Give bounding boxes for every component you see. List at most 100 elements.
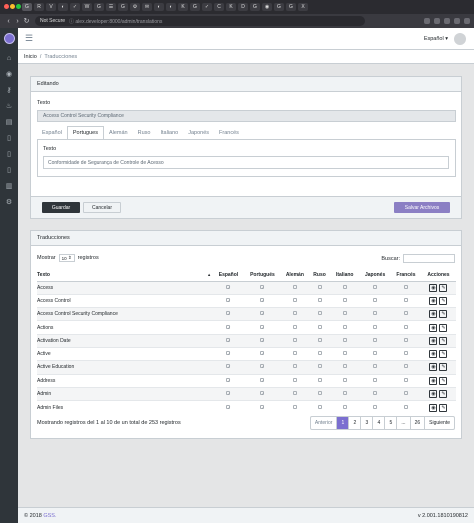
view-icon[interactable]: ◉: [429, 323, 438, 332]
column-header[interactable]: Español: [213, 270, 244, 282]
hamburger-icon[interactable]: ☰: [25, 33, 33, 44]
edit-icon[interactable]: ✎: [439, 310, 448, 319]
document-icon[interactable]: ▯: [0, 162, 18, 178]
page-link[interactable]: 26: [409, 417, 425, 429]
avatar[interactable]: [454, 32, 466, 45]
browser-tab[interactable]: ◐: [166, 3, 176, 11]
browser-tab[interactable]: ◐: [58, 3, 68, 11]
edit-icon[interactable]: ✎: [439, 403, 448, 412]
dashboard-icon[interactable]: ◉: [0, 66, 18, 82]
browser-tab[interactable]: G: [118, 3, 128, 11]
zoom-window-icon[interactable]: [16, 4, 21, 9]
tab-italiano[interactable]: Italiano: [155, 126, 183, 139]
view-icon[interactable]: ◉: [429, 350, 438, 359]
view-icon[interactable]: ◉: [429, 376, 438, 385]
save-files-button[interactable]: Salvar Archivos: [394, 202, 450, 213]
page-link[interactable]: 2: [348, 417, 360, 429]
extension-icon[interactable]: [434, 18, 440, 24]
cogs-icon[interactable]: ⚙: [0, 194, 18, 210]
edit-icon[interactable]: ✎: [439, 296, 448, 305]
browser-tab[interactable]: V: [46, 3, 56, 11]
browser-tab[interactable]: ✓: [202, 3, 212, 11]
browser-tab[interactable]: D: [238, 3, 248, 11]
browser-tab[interactable]: G: [274, 3, 284, 11]
browser-tab[interactable]: ✉: [142, 3, 152, 11]
tab-japonés[interactable]: Japonés: [183, 126, 214, 139]
page-link[interactable]: 4: [372, 417, 384, 429]
browser-tab[interactable]: ◐: [154, 3, 164, 11]
tab-ruso[interactable]: Ruso: [133, 126, 156, 139]
page-link[interactable]: 1: [336, 417, 349, 429]
edit-icon[interactable]: ✎: [439, 323, 448, 332]
brand[interactable]: [0, 27, 18, 50]
column-header[interactable]: Italiano: [330, 270, 360, 282]
view-icon[interactable]: ◉: [429, 296, 438, 305]
language-selector[interactable]: Español ▾: [424, 36, 448, 42]
browser-tab[interactable]: G: [94, 3, 104, 11]
column-header[interactable]: Francés: [391, 270, 421, 282]
extension-icon[interactable]: [444, 18, 450, 24]
tab-español[interactable]: Español: [37, 126, 67, 139]
edit-icon[interactable]: ✎: [439, 390, 448, 399]
browser-tab[interactable]: X: [298, 3, 308, 11]
chart-icon[interactable]: ▤: [0, 114, 18, 130]
forward-icon[interactable]: ›: [13, 18, 22, 25]
column-header[interactable]: Acciones: [420, 270, 456, 282]
footer-brand[interactable]: GSS.: [43, 513, 56, 519]
tab-francés[interactable]: Francés: [214, 126, 244, 139]
page-link[interactable]: Siguiente: [424, 417, 454, 429]
minimize-window-icon[interactable]: [10, 4, 15, 9]
breadcrumb-home[interactable]: Inicio: [24, 54, 37, 60]
column-header[interactable]: Texto ▲: [37, 270, 214, 282]
page-link[interactable]: 3: [360, 417, 372, 429]
fire-icon[interactable]: ♨: [0, 98, 18, 114]
reload-icon[interactable]: ↻: [22, 17, 31, 25]
column-header[interactable]: Japonés: [359, 270, 392, 282]
page-link[interactable]: ...: [396, 417, 409, 429]
browser-tab[interactable]: G: [250, 3, 260, 11]
home-icon[interactable]: ⌂: [0, 50, 18, 66]
view-icon[interactable]: ◉: [429, 363, 438, 372]
edit-icon[interactable]: ✎: [439, 283, 448, 292]
view-icon[interactable]: ◉: [429, 336, 438, 345]
document-icon[interactable]: ▯: [0, 146, 18, 162]
column-header[interactable]: Ruso: [308, 270, 331, 282]
browser-tab[interactable]: ⚙: [130, 3, 140, 11]
browser-tab[interactable]: K: [178, 3, 188, 11]
tab-alemán[interactable]: Alemán: [104, 126, 133, 139]
edit-icon[interactable]: ✎: [439, 336, 448, 345]
menu-icon[interactable]: [464, 18, 470, 24]
view-icon[interactable]: ◉: [429, 310, 438, 319]
view-icon[interactable]: ◉: [429, 390, 438, 399]
bookmark-icon[interactable]: [424, 18, 430, 24]
tab-portugues[interactable]: Portugues: [66, 126, 104, 139]
browser-tab[interactable]: K: [226, 3, 236, 11]
edit-icon[interactable]: ✎: [439, 376, 448, 385]
view-icon[interactable]: ◉: [429, 403, 438, 412]
browser-tab[interactable]: ✓: [70, 3, 80, 11]
translation-textarea[interactable]: Conformidade de Segurança de Controle de…: [43, 156, 449, 169]
page-length-select[interactable]: 10 ⇕: [58, 254, 75, 262]
edit-icon[interactable]: ✎: [439, 363, 448, 372]
view-icon[interactable]: ◉: [429, 283, 438, 292]
trash-icon[interactable]: ▥: [0, 178, 18, 194]
address-bar[interactable]: Not Secure ⓘ alex.developer:8000/admin/t…: [35, 16, 365, 26]
column-header[interactable]: Portugués: [243, 270, 281, 282]
search-input[interactable]: [403, 254, 455, 263]
save-button[interactable]: Guardar: [42, 202, 80, 213]
close-window-icon[interactable]: [4, 4, 9, 9]
extension-icon[interactable]: [454, 18, 460, 24]
browser-tab[interactable]: W: [82, 3, 92, 11]
browser-tab[interactable]: G: [286, 3, 296, 11]
browser-tab[interactable]: ☰: [106, 3, 116, 11]
document-icon[interactable]: ▯: [0, 130, 18, 146]
browser-tab[interactable]: G: [22, 3, 32, 11]
browser-tab[interactable]: C: [214, 3, 224, 11]
back-icon[interactable]: ‹: [4, 18, 13, 25]
page-link[interactable]: 5: [384, 417, 396, 429]
browser-tab[interactable]: ◉: [262, 3, 272, 11]
browser-tab[interactable]: R: [34, 3, 44, 11]
key-icon[interactable]: ⚷: [0, 82, 18, 98]
browser-tab[interactable]: G: [190, 3, 200, 11]
edit-icon[interactable]: ✎: [439, 350, 448, 359]
